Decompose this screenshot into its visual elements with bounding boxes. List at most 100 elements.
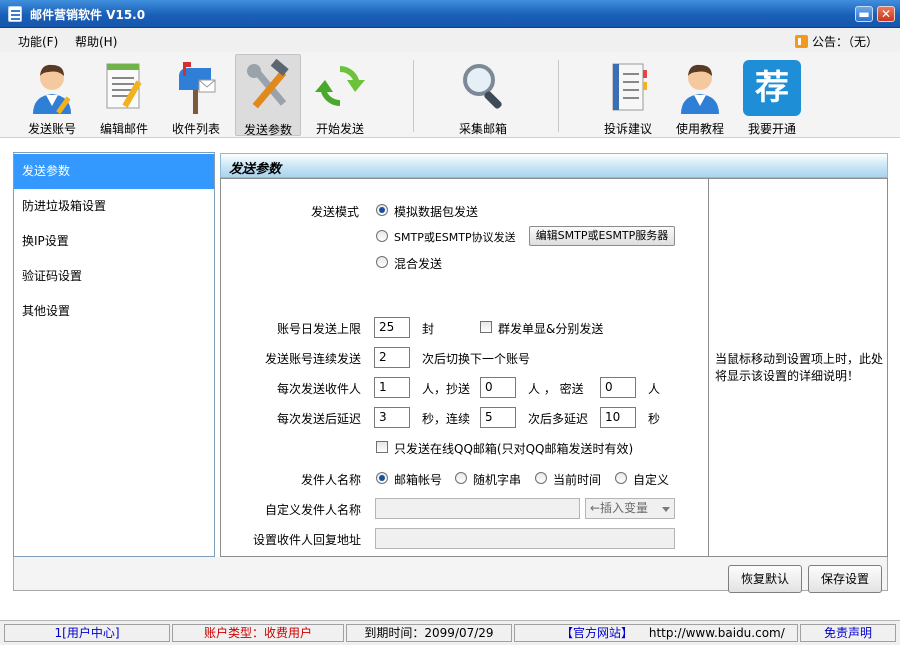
nav-item-send-params[interactable]: 发送参数 — [14, 154, 214, 189]
sender-custom-label[interactable]: 自定义 — [633, 471, 669, 488]
menu-function[interactable]: 功能(F) — [18, 33, 58, 50]
recipients-input[interactable]: 1 — [374, 377, 410, 398]
toolbar-edit-mail[interactable]: 编辑邮件 — [91, 54, 157, 136]
insert-variable-select[interactable]: ←插入变量 — [585, 498, 675, 519]
tools-icon — [247, 59, 289, 109]
mode-simulate-label[interactable]: 模拟数据包发送 — [394, 203, 478, 220]
toolbar-label: 编辑邮件 — [99, 122, 148, 136]
toolbar-label: 开始发送 — [315, 122, 364, 136]
toolbar-label: 投诉建议 — [603, 122, 652, 136]
insert-variable-text: ←插入变量 — [590, 501, 649, 515]
delay-label: 每次发送后延迟 — [276, 412, 361, 426]
sender-name-label: 发件人名称 — [300, 473, 361, 487]
cc-unit: 人 ， 密送 — [528, 382, 584, 396]
toolbar-tutorial[interactable]: 使用教程 — [667, 54, 733, 136]
settings-form: 发送模式 模拟数据包发送 SMTP或ESMTP协议发送 编辑SMTP或ESMTP… — [220, 178, 709, 557]
bcc-input[interactable]: 0 — [600, 377, 636, 398]
toolbar-separator — [558, 60, 559, 132]
bcc-unit: 人 — [648, 382, 661, 396]
toolbar-start-send[interactable]: 开始发送 — [307, 54, 373, 136]
nav-item-other[interactable]: 其他设置 — [14, 294, 214, 329]
continuous-input[interactable]: 2 — [374, 347, 410, 368]
qq-only-label[interactable]: 只发送在线QQ邮箱(只对QQ邮箱发送时有效) — [394, 440, 633, 457]
radio-mode-mixed[interactable] — [376, 256, 388, 268]
close-button[interactable]: ✕ — [877, 6, 895, 22]
extra-delay-input[interactable]: 10 — [600, 407, 636, 428]
radio-mode-simulate[interactable] — [376, 204, 388, 216]
sender-random-label[interactable]: 随机字串 — [473, 471, 521, 488]
official-site-link[interactable]: 【官方网站】 — [561, 626, 633, 640]
toolbar: 发送账号 编辑邮件 收件列表 发送参数 开始发送 采集邮箱 投诉建议 使用教程 … — [0, 52, 900, 138]
user-edit-icon — [33, 64, 71, 115]
status-user-center[interactable]: 1[用户中心] — [4, 624, 170, 642]
toolbar-label: 发送参数 — [243, 123, 292, 137]
settings-nav: 发送参数 防进垃圾箱设置 换IP设置 验证码设置 其他设置 — [13, 152, 215, 557]
send-mode-label: 发送模式 — [310, 205, 359, 219]
delay-count-input[interactable]: 5 — [480, 407, 516, 428]
status-disclaimer[interactable]: 免责声明 — [800, 624, 896, 642]
daily-limit-label: 账号日发送上限 — [276, 322, 361, 336]
sender-account-label[interactable]: 邮箱帐号 — [394, 471, 442, 488]
refresh-icon — [315, 66, 365, 106]
toolbar-separator — [413, 60, 414, 132]
official-url[interactable]: http://www.baidu.com/ — [649, 626, 785, 640]
toolbar-label: 使用教程 — [675, 122, 724, 136]
edit-smtp-button[interactable]: 编辑SMTP或ESMTP服务器 — [529, 226, 675, 246]
recipients-label: 每次发送收件人 — [276, 382, 361, 396]
restore-default-button[interactable]: 恢复默认 — [728, 565, 802, 593]
delay-unit: 秒，连续 — [422, 412, 471, 426]
title-bar: 邮件营销软件 V15.0 ▬ ✕ — [0, 0, 900, 28]
nav-item-change-ip[interactable]: 换IP设置 — [14, 224, 214, 259]
speaker-icon — [795, 35, 808, 48]
toolbar-send-params[interactable]: 发送参数 — [235, 54, 301, 137]
radio-mode-smtp[interactable] — [376, 230, 388, 242]
toolbar-feedback[interactable]: 投诉建议 — [595, 54, 661, 136]
window-title: 邮件营销软件 V15.0 — [30, 8, 146, 22]
mode-mixed-label[interactable]: 混合发送 — [394, 255, 442, 272]
menu-help[interactable]: 帮助(H) — [75, 33, 117, 50]
user-help-icon — [681, 64, 719, 114]
minimize-button[interactable]: ▬ — [855, 6, 873, 22]
toolbar-recipient-list[interactable]: 收件列表 — [163, 54, 229, 136]
nav-item-captcha[interactable]: 验证码设置 — [14, 259, 214, 294]
daily-limit-input[interactable]: 25 — [374, 317, 410, 338]
radio-sender-custom[interactable] — [615, 472, 627, 484]
toolbar-collect-mail[interactable]: 采集邮箱 — [450, 54, 516, 136]
radio-sender-time[interactable] — [535, 472, 547, 484]
mode-smtp-label[interactable]: SMTP或ESMTP协议发送 — [394, 229, 516, 245]
toolbar-send-account[interactable]: 发送账号 — [19, 54, 85, 136]
nav-item-anti-spam[interactable]: 防进垃圾箱设置 — [14, 189, 214, 224]
reply-address-label: 设置收件人回复地址 — [252, 533, 361, 547]
reply-address-input[interactable] — [375, 528, 675, 549]
status-account-type: 账户类型：收费用户 — [172, 624, 344, 642]
toolbar-label: 采集邮箱 — [458, 122, 507, 136]
continuous-label: 发送账号连续发送 — [264, 352, 361, 366]
app-icon — [8, 6, 22, 22]
delay-count-suffix: 次后多延迟 — [528, 412, 589, 426]
toolbar-label: 收件列表 — [171, 122, 220, 136]
help-panel: 当鼠标移动到设置项上时，此处将显示该设置的详细说明！ — [709, 178, 888, 557]
radio-sender-account[interactable] — [376, 472, 388, 484]
save-settings-button[interactable]: 保存设置 — [808, 565, 882, 593]
custom-sender-input[interactable] — [375, 498, 580, 519]
toolbar-label: 我要开通 — [747, 122, 796, 136]
help-text: 当鼠标移动到设置项上时，此处将显示该设置的详细说明！ — [715, 352, 884, 383]
status-official-site: 【官方网站】 http://www.baidu.com/ — [514, 624, 798, 642]
panel-title: 发送参数 — [229, 162, 282, 177]
radio-sender-random[interactable] — [455, 472, 467, 484]
delay-input[interactable]: 3 — [374, 407, 410, 428]
cc-input[interactable]: 0 — [480, 377, 516, 398]
group-send-label[interactable]: 群发单显&分别发送 — [498, 320, 603, 337]
group-send-checkbox[interactable] — [480, 321, 492, 333]
sender-time-label[interactable]: 当前时间 — [553, 471, 601, 488]
mailbox-icon — [179, 62, 216, 114]
notice[interactable]: 公告：（无） — [795, 33, 878, 50]
daily-limit-unit: 封 — [422, 322, 435, 336]
continuous-suffix: 次后切换下一个账号 — [422, 352, 531, 366]
toolbar-activate[interactable]: 荐 我要开通 — [739, 54, 805, 136]
menu-bar: 功能(F) 帮助(H) 公告：（无） — [0, 28, 900, 52]
recipients-unit: 人，抄送 — [422, 382, 471, 396]
magnifier-icon — [463, 64, 502, 109]
panel-header: 发送参数 — [220, 153, 888, 178]
qq-only-checkbox[interactable] — [376, 441, 388, 453]
